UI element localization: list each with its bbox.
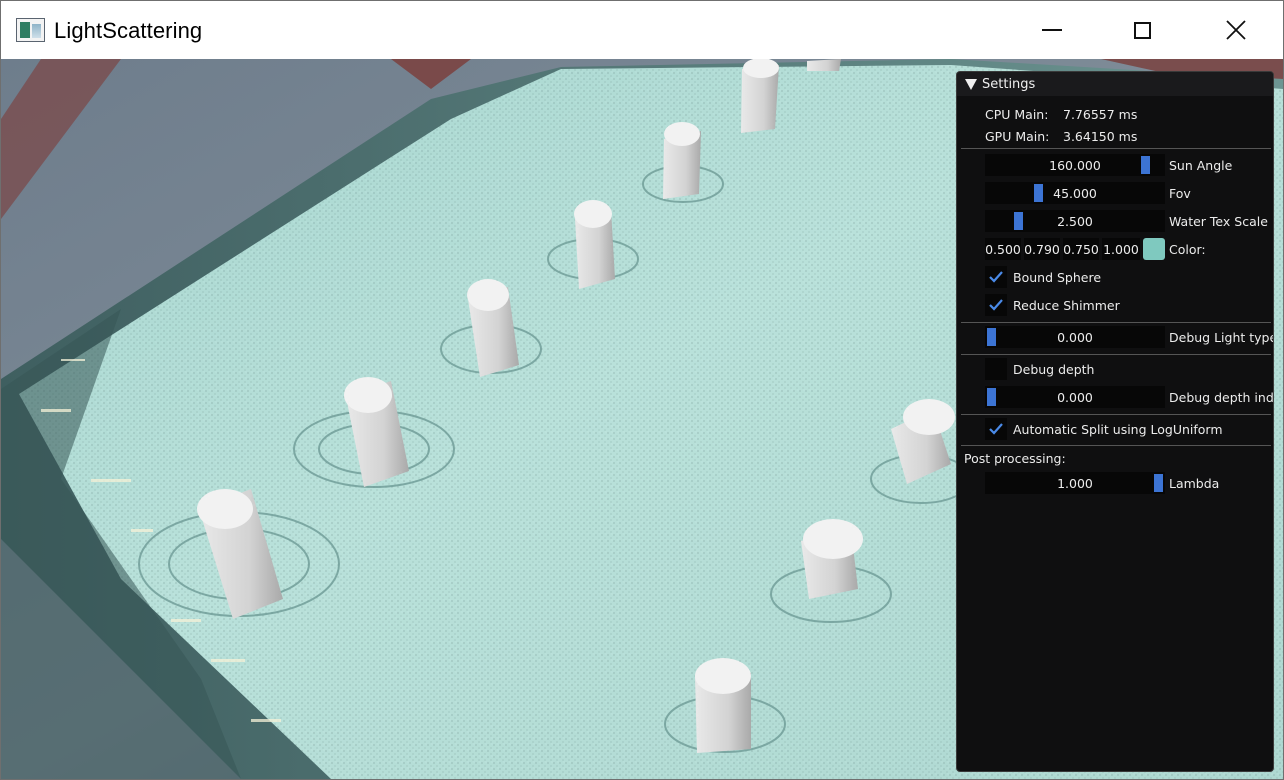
maximize-button[interactable] <box>1096 1 1189 59</box>
fov-slider[interactable]: 45.000 <box>985 182 1165 204</box>
reduce-shimmer-checkbox[interactable] <box>985 294 1007 316</box>
app-window: LightScattering Settings CPU Main: 7.765… <box>0 0 1284 780</box>
sun-angle-value: 160.000 <box>1049 158 1101 173</box>
water-tex-scale-slider[interactable]: 2.500 <box>985 210 1165 232</box>
lambda-slider[interactable]: 1.000 <box>985 472 1165 494</box>
checkmark-icon <box>989 423 1003 435</box>
auto-split-label: Automatic Split using LogUniform <box>1013 422 1223 437</box>
separator <box>961 414 1271 415</box>
lambda-row: 1.000 Lambda <box>957 472 1273 494</box>
debug-depth-index-label: Debug depth inde <box>1169 390 1274 405</box>
sun-angle-label: Sun Angle <box>1169 158 1233 173</box>
bound-sphere-checkbox[interactable] <box>985 266 1007 288</box>
debug-depth-index-value: 0.000 <box>1057 390 1093 405</box>
debug-depth-checkbox[interactable] <box>985 358 1007 380</box>
debug-depth-label: Debug depth <box>1013 362 1095 377</box>
color-swatch[interactable] <box>1143 238 1165 260</box>
maximize-icon <box>1134 21 1151 39</box>
debug-light-type-slider[interactable]: 0.000 <box>985 326 1165 348</box>
debug-light-type-row: 0.000 Debug Light type <box>957 326 1273 348</box>
checkmark-icon <box>989 299 1003 311</box>
lambda-label: Lambda <box>1169 476 1220 491</box>
reduce-shimmer-label: Reduce Shimmer <box>1013 298 1120 313</box>
color-label: Color: <box>1169 242 1206 257</box>
debug-light-type-value: 0.000 <box>1057 330 1093 345</box>
minimize-button[interactable] <box>1005 1 1098 59</box>
gpu-main-value: 3.64150 ms <box>1063 129 1138 144</box>
title-bar[interactable]: LightScattering <box>1 1 1283 59</box>
post-processing-heading: Post processing: <box>964 451 1066 466</box>
debug-depth-index-row: 0.000 Debug depth inde <box>957 386 1273 408</box>
fov-label: Fov <box>1169 186 1191 201</box>
window-title: LightScattering <box>54 18 203 43</box>
color-r-field[interactable]: 0.500 <box>985 238 1021 260</box>
separator <box>961 354 1271 355</box>
separator <box>961 322 1271 323</box>
water-tex-scale-row: 2.500 Water Tex Scale <box>957 210 1273 232</box>
close-button[interactable] <box>1189 1 1282 59</box>
lambda-value: 1.000 <box>1057 476 1093 491</box>
reduce-shimmer-row: Reduce Shimmer <box>957 294 1273 316</box>
fov-row: 45.000 Fov <box>957 182 1273 204</box>
auto-split-checkbox[interactable] <box>985 418 1007 440</box>
gpu-main-label: GPU Main: <box>985 129 1050 144</box>
minimize-icon <box>1041 29 1062 31</box>
close-icon <box>1225 20 1246 40</box>
collapse-triangle-icon[interactable] <box>965 79 977 90</box>
settings-title: Settings <box>982 77 1036 92</box>
checkmark-icon <box>989 271 1003 283</box>
separator <box>961 445 1271 446</box>
water-tex-scale-value: 2.500 <box>1057 214 1093 229</box>
color-g-field[interactable]: 0.790 <box>1024 238 1060 260</box>
color-a-field[interactable]: 1.000 <box>1102 238 1140 260</box>
bound-sphere-label: Bound Sphere <box>1013 270 1102 285</box>
separator <box>961 148 1271 149</box>
sun-angle-row: 160.000 Sun Angle <box>957 154 1273 176</box>
settings-header[interactable]: Settings <box>957 72 1273 96</box>
color-row: 0.500 0.790 0.750 1.000 Color: <box>957 238 1273 260</box>
debug-light-type-label: Debug Light type <box>1169 330 1274 345</box>
debug-depth-index-slider[interactable]: 0.000 <box>985 386 1165 408</box>
settings-panel[interactable]: Settings CPU Main: 7.76557 ms GPU Main: … <box>956 71 1274 772</box>
sun-angle-slider[interactable]: 160.000 <box>985 154 1165 176</box>
fov-value: 45.000 <box>1053 186 1097 201</box>
app-icon <box>16 18 45 42</box>
cpu-main-value: 7.76557 ms <box>1063 107 1138 122</box>
color-b-field[interactable]: 0.750 <box>1063 238 1099 260</box>
debug-depth-row: Debug depth <box>957 358 1273 380</box>
bound-sphere-row: Bound Sphere <box>957 266 1273 288</box>
cpu-main-label: CPU Main: <box>985 107 1049 122</box>
water-tex-scale-label: Water Tex Scale <box>1169 214 1268 229</box>
auto-split-row: Automatic Split using LogUniform <box>957 418 1273 440</box>
